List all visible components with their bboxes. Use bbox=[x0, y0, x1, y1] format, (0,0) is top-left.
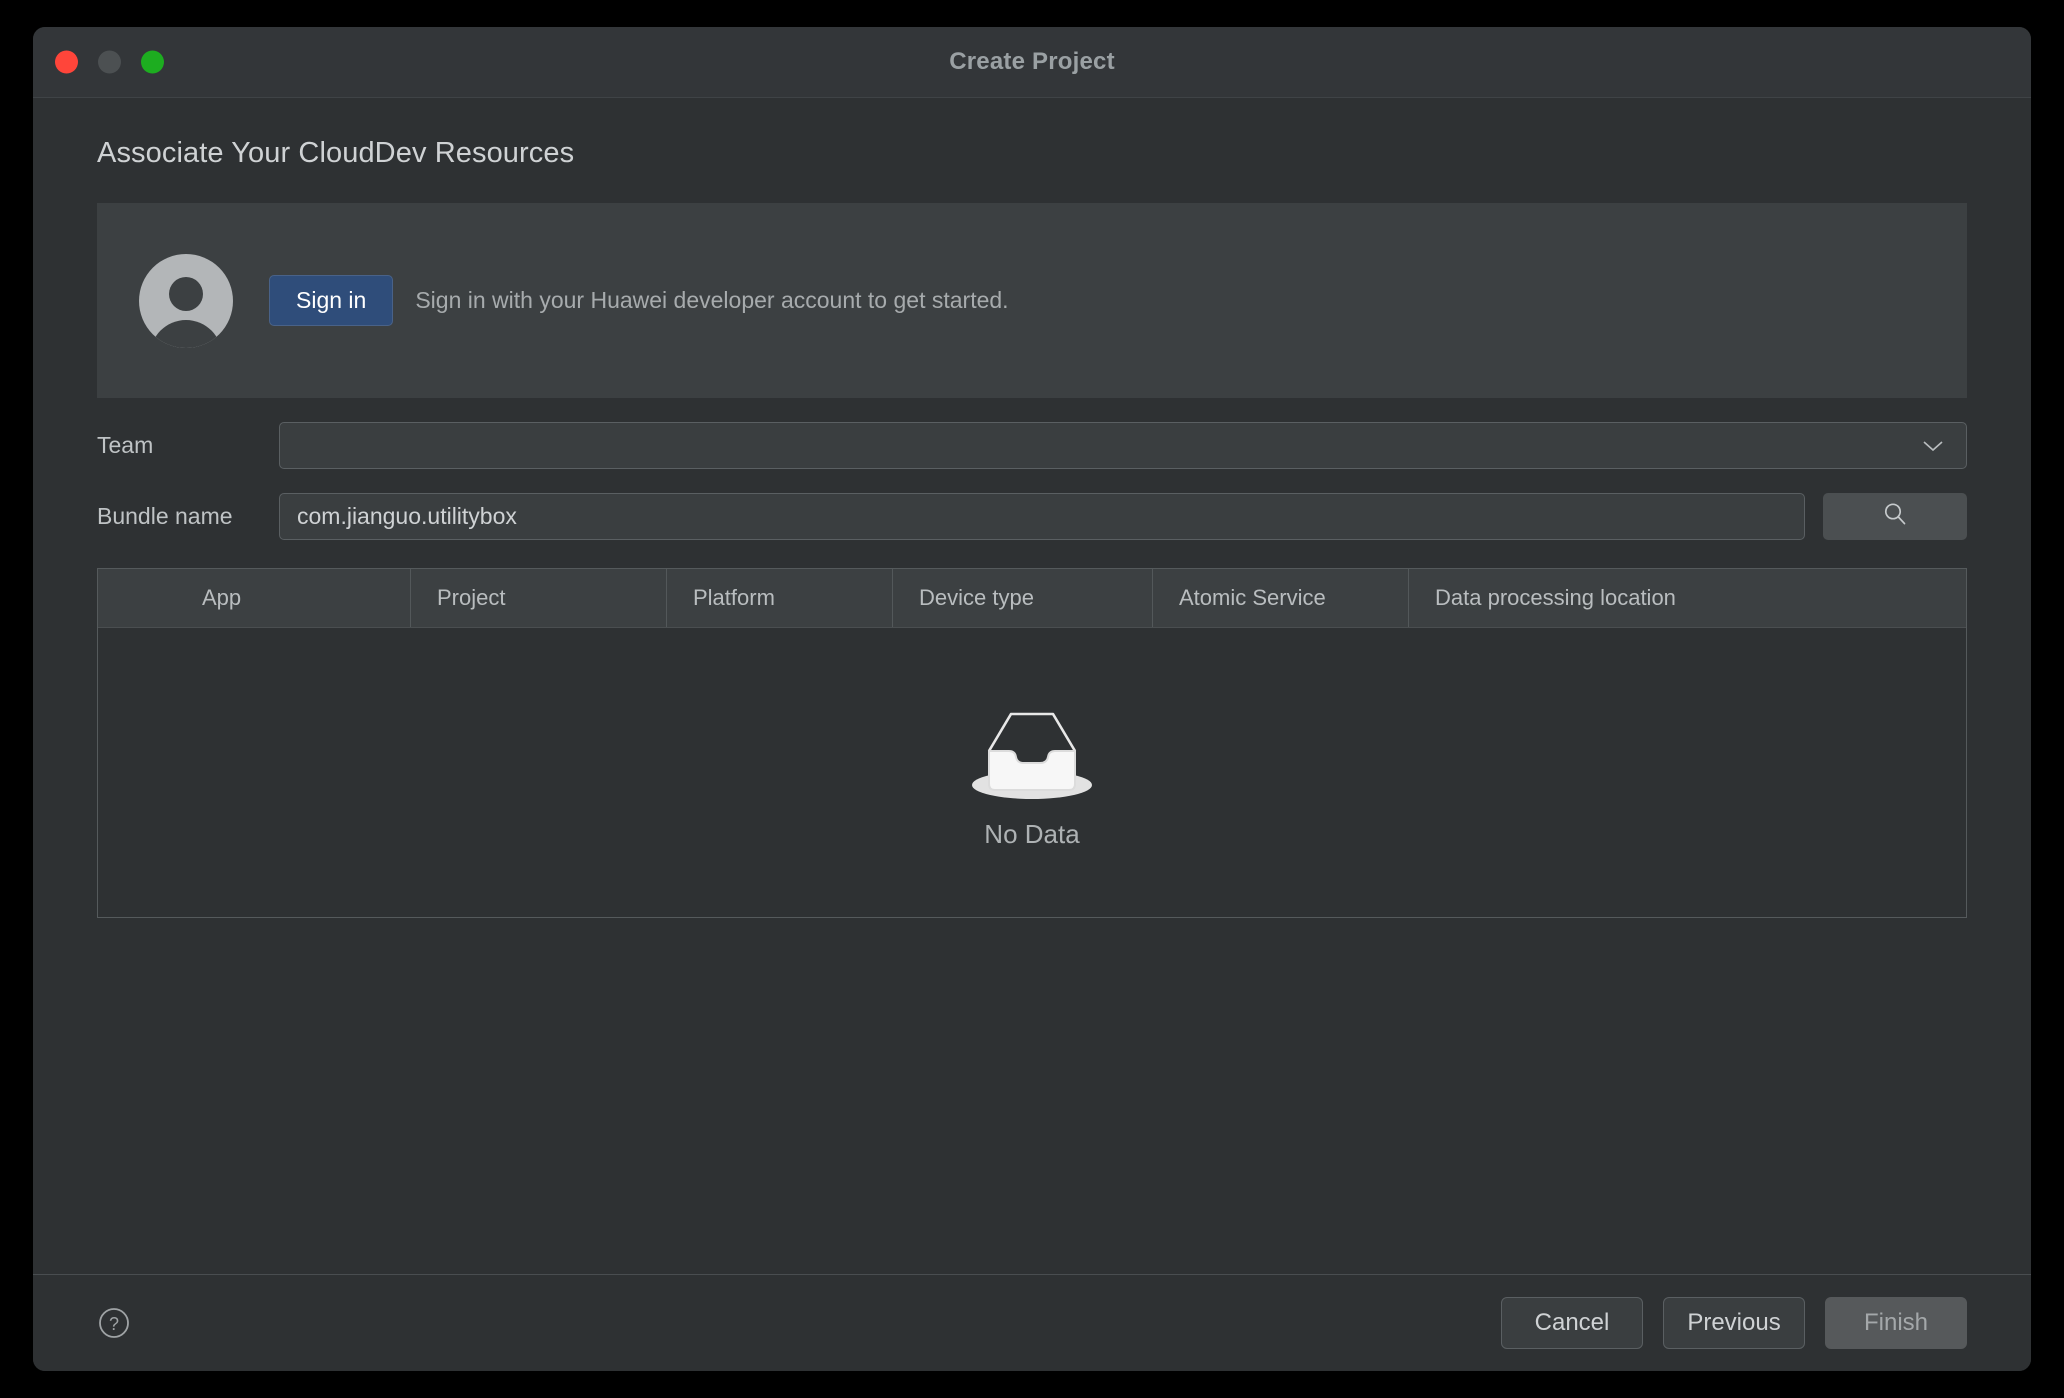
table-column-project[interactable]: Project bbox=[410, 569, 666, 627]
minimize-button[interactable] bbox=[98, 50, 121, 74]
previous-button[interactable]: Previous bbox=[1663, 1297, 1805, 1349]
bundle-name-label: Bundle name bbox=[97, 503, 233, 529]
sign-in-button[interactable]: Sign in bbox=[269, 275, 394, 326]
chevron-down-icon bbox=[1922, 440, 1944, 452]
window-controls bbox=[55, 50, 164, 74]
create-project-dialog: Create Project Associate Your CloudDev R… bbox=[33, 27, 2031, 1371]
cancel-button[interactable]: Cancel bbox=[1501, 1297, 1643, 1349]
team-row: Team bbox=[97, 422, 1967, 469]
bundle-search-button[interactable] bbox=[1823, 493, 1967, 540]
table-column-data-processing-location[interactable]: Data processing location bbox=[1408, 569, 1966, 627]
window-title: Create Project bbox=[949, 48, 1115, 75]
dialog-footer: ? Cancel Previous Finish bbox=[33, 1274, 2031, 1371]
table-column-atomic-service[interactable]: Atomic Service bbox=[1152, 569, 1408, 627]
table-column-device-type[interactable]: Device type bbox=[892, 569, 1152, 627]
account-panel: Sign in Sign in with your Huawei develop… bbox=[97, 203, 1967, 398]
footer-button-group: Cancel Previous Finish bbox=[1501, 1297, 1967, 1349]
svg-text:?: ? bbox=[109, 1314, 119, 1334]
sign-in-hint: Sign in with your Huawei developer accou… bbox=[415, 287, 1009, 313]
help-circle-icon[interactable]: ? bbox=[97, 1306, 131, 1340]
empty-inbox-icon bbox=[967, 695, 1097, 803]
table-header-row: App Project Platform Device type Atomic … bbox=[98, 569, 1966, 628]
maximize-button[interactable] bbox=[141, 50, 164, 74]
bundle-name-input[interactable]: com.jianguo.utilitybox bbox=[279, 493, 1805, 540]
dialog-content: Associate Your CloudDev Resources Sign i… bbox=[33, 98, 2031, 1274]
bundle-name-row: Bundle name com.jianguo.utilitybox bbox=[97, 493, 1967, 540]
no-data-label: No Data bbox=[984, 819, 1080, 849]
user-avatar-icon bbox=[139, 253, 233, 348]
team-label: Team bbox=[97, 432, 154, 458]
team-select[interactable] bbox=[279, 422, 1967, 469]
search-icon bbox=[1881, 500, 1909, 533]
avatar-head-shape bbox=[169, 276, 203, 311]
avatar-body-shape bbox=[150, 319, 222, 348]
table-column-platform[interactable]: Platform bbox=[666, 569, 892, 627]
resources-table: App Project Platform Device type Atomic … bbox=[97, 568, 1967, 918]
finish-button[interactable]: Finish bbox=[1825, 1297, 1967, 1349]
table-column-app[interactable]: App bbox=[98, 569, 410, 627]
table-empty-state: No Data bbox=[98, 628, 1966, 917]
title-bar: Create Project bbox=[33, 27, 2031, 98]
page-title: Associate Your CloudDev Resources bbox=[97, 137, 575, 169]
close-button[interactable] bbox=[55, 50, 78, 74]
